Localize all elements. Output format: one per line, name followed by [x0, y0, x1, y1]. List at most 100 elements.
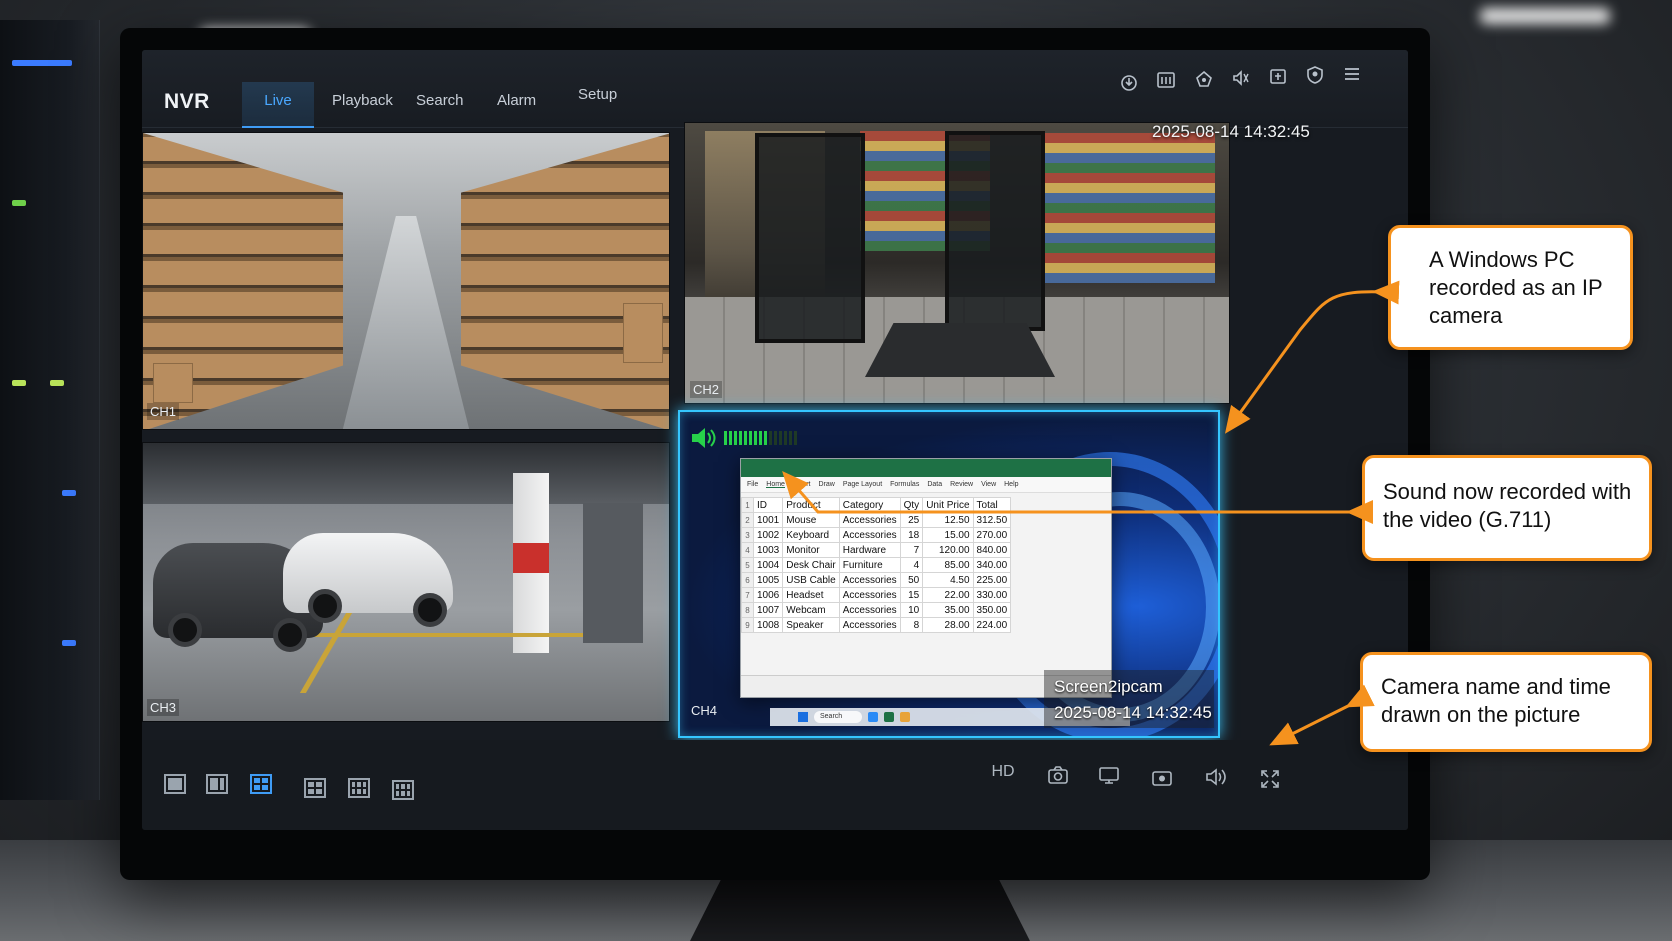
table-cell[interactable]: Desk Chair — [782, 557, 840, 573]
table-cell[interactable]: 28.00 — [922, 617, 974, 633]
table-cell[interactable]: 1002 — [752, 527, 784, 543]
table-cell[interactable]: 35.00 — [922, 602, 974, 618]
table-cell[interactable]: 1008 — [752, 617, 784, 633]
table-cell[interactable]: 22.00 — [922, 587, 974, 603]
camera-tile-ch3[interactable]: CH3 — [142, 442, 670, 722]
table-cell[interactable]: Keyboard — [782, 527, 840, 543]
snapshot-icon[interactable] — [1044, 762, 1072, 788]
column-header[interactable]: Qty — [899, 497, 924, 513]
table-cell[interactable]: 330.00 — [972, 587, 1012, 603]
table-cell[interactable]: Hardware — [838, 542, 901, 558]
alarm-bell-icon[interactable] — [1192, 67, 1216, 91]
ribbon-tab[interactable]: Review — [950, 481, 973, 488]
ribbon-tab[interactable]: File — [747, 481, 758, 488]
camera-tile-ch2[interactable]: CH2 — [684, 122, 1230, 404]
table-cell[interactable]: 15 — [899, 587, 924, 603]
camera-tile-ch4[interactable]: File Home Insert Draw Page Layout Formulas Dat… — [678, 410, 1220, 738]
table-cell[interactable]: 1005 — [752, 572, 784, 588]
table-cell[interactable]: 50 — [899, 572, 924, 588]
table-cell[interactable]: 340.00 — [972, 557, 1012, 573]
spreadsheet-table[interactable]: 1 ID Product Category Qty Unit Price Total 2 100… — [741, 497, 1012, 633]
record-icon[interactable] — [1148, 764, 1176, 790]
table-cell[interactable]: Webcam — [782, 602, 840, 618]
ribbon-tab[interactable]: Data — [927, 481, 942, 488]
table-cell[interactable]: 8 — [899, 617, 924, 633]
taskbar-app-icon[interactable] — [868, 712, 879, 722]
table-cell[interactable]: Mouse — [782, 512, 840, 528]
table-cell[interactable]: Accessories — [838, 512, 901, 528]
ribbon-tab[interactable]: Formulas — [890, 481, 919, 488]
volume-icon[interactable] — [1202, 764, 1230, 790]
table-cell[interactable]: 225.00 — [972, 572, 1012, 588]
table-cell[interactable]: Accessories — [838, 617, 901, 633]
download-icon[interactable] — [1117, 70, 1141, 94]
table-cell[interactable]: 120.00 — [922, 542, 974, 558]
table-cell[interactable]: 85.00 — [922, 557, 974, 573]
table-cell[interactable]: Accessories — [838, 572, 901, 588]
table-cell[interactable]: 12.50 — [922, 512, 974, 528]
excel-window[interactable]: File Home Insert Draw Page Layout Formulas Dat… — [740, 458, 1112, 698]
table-cell[interactable]: 350.00 — [972, 602, 1012, 618]
ribbon-tab[interactable]: Insert — [793, 481, 811, 488]
export-icon[interactable] — [1266, 64, 1290, 88]
table-cell[interactable]: 1007 — [752, 602, 784, 618]
shield-icon[interactable] — [1303, 63, 1327, 87]
table-cell[interactable]: 1001 — [752, 512, 784, 528]
table-cell[interactable]: 4.50 — [922, 572, 974, 588]
layout-3x3-icon[interactable] — [348, 778, 370, 798]
ribbon-tab[interactable]: Draw — [818, 481, 834, 488]
table-cell[interactable]: 312.50 — [972, 512, 1012, 528]
ribbon-tab[interactable]: Help — [1004, 481, 1018, 488]
tab-playback[interactable]: Playback — [320, 82, 405, 128]
table-cell[interactable]: 1006 — [752, 587, 784, 603]
layout-1plus2-icon[interactable] — [206, 774, 228, 794]
hd-quality-button[interactable]: HD — [988, 760, 1018, 784]
menu-icon[interactable] — [1340, 62, 1364, 86]
row-number: 3 — [741, 527, 754, 543]
ribbon-tab[interactable]: View — [981, 481, 996, 488]
table-cell[interactable]: 270.00 — [972, 527, 1012, 543]
table-cell[interactable]: 4 — [899, 557, 924, 573]
column-header[interactable]: Unit Price — [922, 497, 974, 513]
table-cell[interactable]: Headset — [782, 587, 840, 603]
layout-4x4-icon[interactable] — [392, 780, 414, 800]
table-cell[interactable]: 1004 — [752, 557, 784, 573]
column-header[interactable]: Category — [838, 497, 901, 513]
column-header[interactable]: Product — [782, 497, 840, 513]
table-cell[interactable]: 224.00 — [972, 617, 1012, 633]
taskbar-app-icon[interactable] — [884, 712, 895, 722]
film-icon[interactable] — [1154, 68, 1178, 92]
camera-tile-ch1[interactable]: CH1 — [142, 132, 670, 430]
layout-2x2-icon[interactable] — [250, 774, 272, 794]
tab-live[interactable]: Live — [242, 82, 314, 128]
fullscreen-icon[interactable] — [1256, 766, 1284, 792]
table-cell[interactable]: Monitor — [782, 542, 840, 558]
table-cell[interactable]: Furniture — [838, 557, 901, 573]
table-cell[interactable]: 18 — [899, 527, 924, 543]
ribbon-tab[interactable]: Page Layout — [843, 481, 882, 488]
table-cell[interactable]: 840.00 — [972, 542, 1012, 558]
taskbar-app-icon[interactable] — [900, 712, 911, 722]
taskbar-search[interactable]: Search — [814, 711, 863, 723]
ribbon-tab[interactable]: Home — [766, 481, 785, 488]
windows-start-icon[interactable] — [798, 712, 808, 722]
column-header[interactable]: ID — [752, 497, 784, 513]
tab-setup[interactable]: Setup — [566, 76, 629, 122]
audio-icon[interactable] — [1229, 66, 1253, 90]
layout-1plus3-icon[interactable] — [304, 778, 326, 798]
layout-1x1-icon[interactable] — [164, 774, 186, 794]
table-cell[interactable]: 25 — [899, 512, 924, 528]
tab-search[interactable]: Search — [404, 82, 476, 128]
table-cell[interactable]: 1003 — [752, 542, 784, 558]
tab-alarm[interactable]: Alarm — [485, 82, 548, 128]
table-cell[interactable]: Accessories — [838, 587, 901, 603]
table-cell[interactable]: 15.00 — [922, 527, 974, 543]
table-cell[interactable]: USB Cable — [782, 572, 840, 588]
table-cell[interactable]: 10 — [899, 602, 924, 618]
screen-icon[interactable] — [1095, 762, 1123, 788]
column-header[interactable]: Total — [972, 497, 1012, 513]
table-cell[interactable]: Accessories — [838, 602, 901, 618]
table-cell[interactable]: Speaker — [782, 617, 840, 633]
table-cell[interactable]: 7 — [899, 542, 924, 558]
table-cell[interactable]: Accessories — [838, 527, 901, 543]
